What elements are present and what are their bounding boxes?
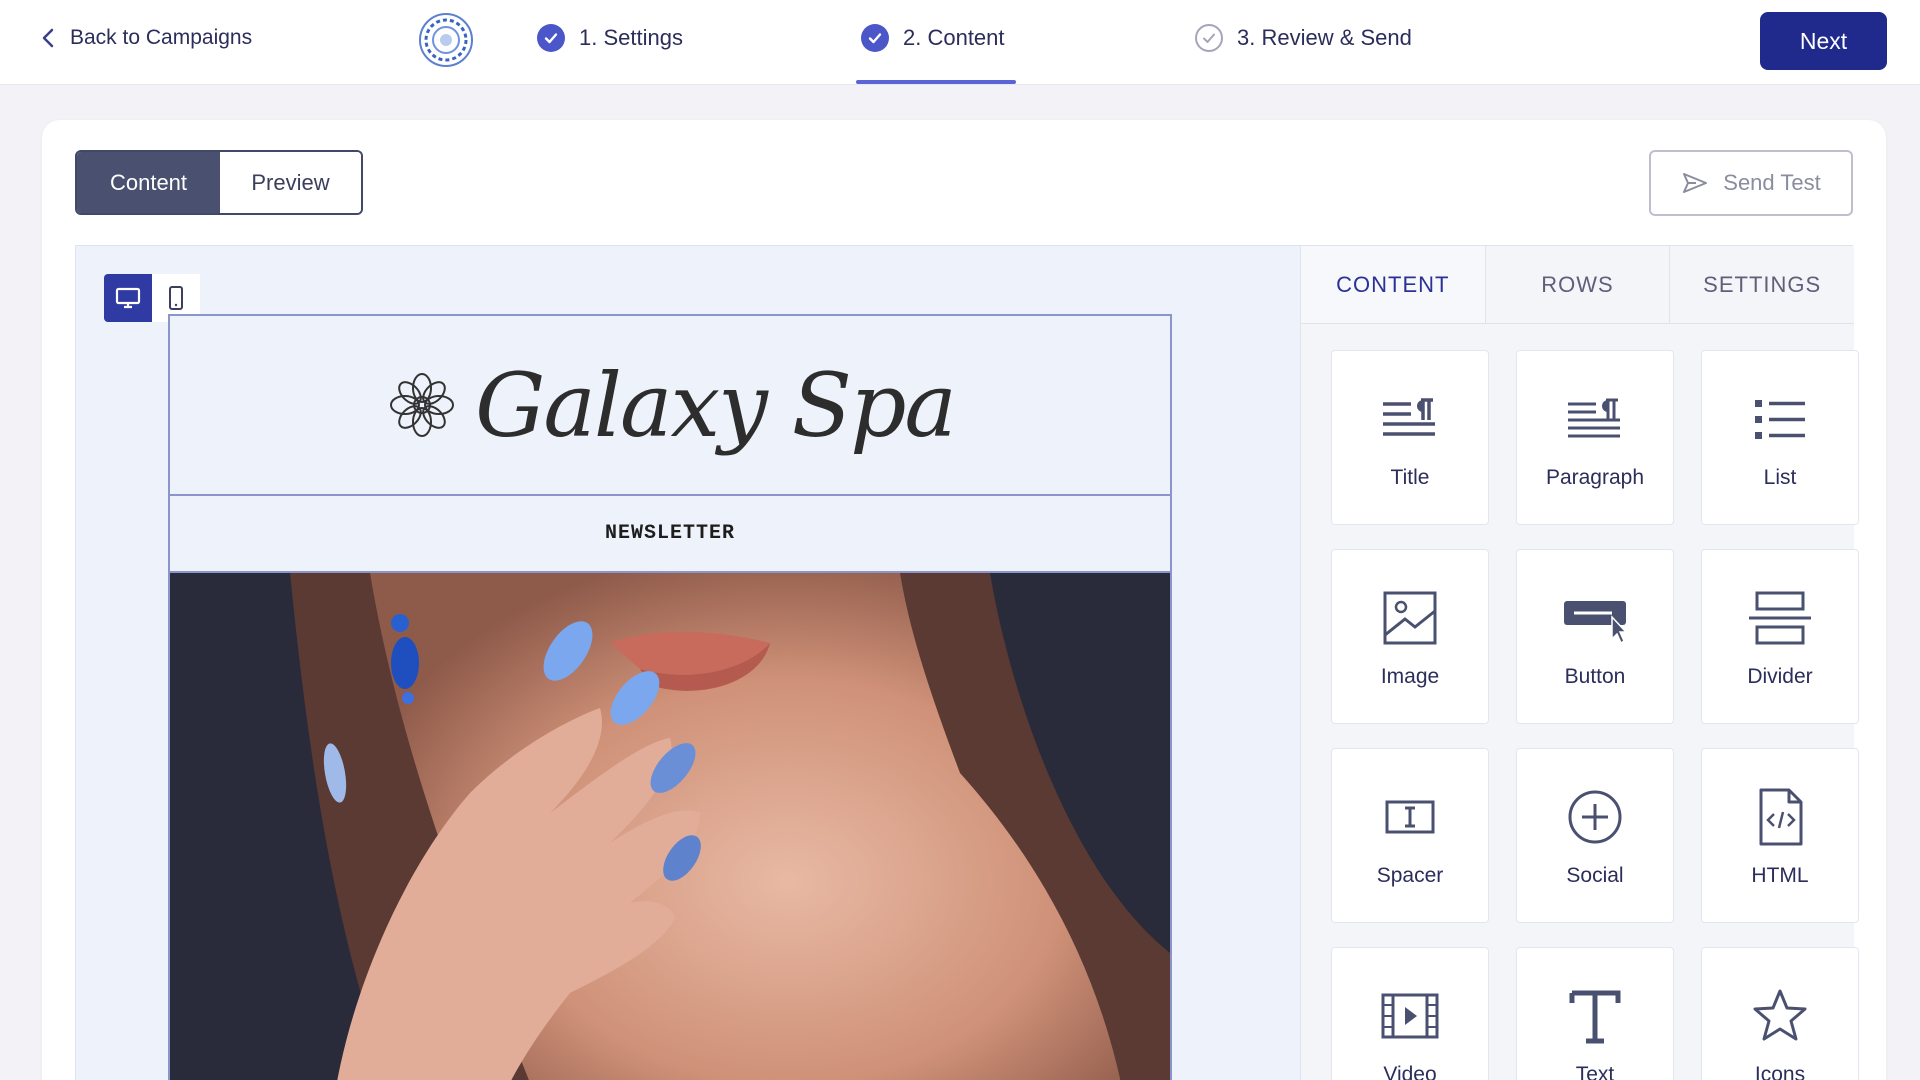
check-icon: [861, 24, 889, 52]
tab-content[interactable]: CONTENT: [1301, 246, 1485, 323]
tile-label: Title: [1390, 465, 1430, 489]
list-icon: [1755, 399, 1805, 439]
mode-toggle: Content Preview: [75, 150, 363, 215]
button-icon: [1564, 600, 1628, 644]
next-button[interactable]: Next: [1760, 12, 1887, 70]
tile-label: Image: [1380, 664, 1440, 688]
video-icon: [1381, 993, 1439, 1038]
text-icon: [1569, 990, 1621, 1043]
editor-card: Content Preview Send Test Galaxy Spa NEW…: [42, 120, 1886, 1080]
newsletter-heading[interactable]: NEWSLETTER: [170, 496, 1170, 573]
check-outline-icon: [1195, 24, 1223, 52]
block-image[interactable]: Image: [1331, 549, 1489, 724]
social-icon: [1568, 790, 1622, 843]
step-label: 2. Content: [903, 25, 1005, 50]
app-logo-icon: [419, 13, 473, 67]
desktop-icon: [115, 287, 141, 309]
block-html[interactable]: HTML: [1701, 748, 1859, 923]
tile-label: Divider: [1747, 664, 1813, 688]
block-spacer[interactable]: Spacer: [1331, 748, 1489, 923]
hero-image[interactable]: [170, 573, 1170, 1080]
check-icon: [537, 24, 565, 52]
tile-label: List: [1763, 465, 1797, 489]
blocks-panel: CONTENT ROWS SETTINGS Title Paragraph Li…: [1300, 246, 1859, 1080]
send-test-label: Send Test: [1723, 170, 1821, 195]
paragraph-icon: [1568, 398, 1620, 437]
step-content[interactable]: 2. Content: [861, 24, 1005, 52]
email-preview[interactable]: Galaxy Spa NEWSLETTER: [168, 314, 1172, 1080]
active-step-indicator: [856, 80, 1016, 84]
block-social[interactable]: Social: [1516, 748, 1674, 923]
step-label: 1. Settings: [579, 25, 683, 50]
step-review-send[interactable]: 3. Review & Send: [1195, 24, 1412, 52]
tile-label: Text: [1575, 1062, 1615, 1080]
editor-canvas: Galaxy Spa NEWSLETTER CONTENT ROWS SETTI…: [75, 245, 1859, 1080]
block-paragraph[interactable]: Paragraph: [1516, 350, 1674, 525]
block-text[interactable]: Text: [1516, 947, 1674, 1080]
step-settings[interactable]: 1. Settings: [537, 24, 683, 52]
tile-label: Video: [1383, 1062, 1437, 1080]
tile-label: Social: [1566, 863, 1624, 887]
back-to-campaigns-link[interactable]: Back to Campaigns: [40, 26, 252, 50]
html-icon: [1759, 788, 1803, 845]
panel-tabs: CONTENT ROWS SETTINGS: [1301, 246, 1854, 324]
flower-logo-icon: [390, 373, 455, 437]
block-video[interactable]: Video: [1331, 947, 1489, 1080]
tile-label: Spacer: [1376, 863, 1444, 887]
email-header-block[interactable]: Galaxy Spa: [170, 316, 1170, 496]
preview-mode-button[interactable]: Preview: [220, 152, 361, 213]
hero-photo-illustration: [170, 573, 1170, 1080]
top-bar: Back to Campaigns 1. Settings 2. Content…: [0, 0, 1920, 85]
content-blocks-grid: Title Paragraph List Image Button Divide…: [1331, 350, 1859, 1080]
chevron-left-icon: [42, 28, 54, 48]
tile-label: Paragraph: [1545, 465, 1645, 489]
content-mode-button[interactable]: Content: [77, 152, 220, 213]
step-label: 3. Review & Send: [1237, 25, 1412, 50]
tile-label: Icons: [1754, 1062, 1806, 1080]
divider-icon: [1749, 591, 1811, 644]
block-icons[interactable]: Icons: [1701, 947, 1859, 1080]
block-button[interactable]: Button: [1516, 549, 1674, 724]
block-title[interactable]: Title: [1331, 350, 1489, 525]
mobile-icon: [169, 286, 183, 310]
brand-name: Galaxy Spa: [475, 353, 957, 457]
block-list[interactable]: List: [1701, 350, 1859, 525]
tile-label: HTML: [1751, 863, 1809, 887]
spacer-icon: [1385, 800, 1435, 833]
send-test-button[interactable]: Send Test: [1649, 150, 1853, 216]
tab-settings[interactable]: SETTINGS: [1669, 246, 1854, 323]
tab-rows[interactable]: ROWS: [1484, 246, 1670, 323]
block-divider[interactable]: Divider: [1701, 549, 1859, 724]
image-icon: [1383, 591, 1437, 644]
desktop-view-button[interactable]: [104, 274, 152, 322]
star-icon: [1753, 989, 1807, 1040]
title-icon: [1383, 397, 1435, 436]
back-label: Back to Campaigns: [70, 26, 253, 49]
send-icon: [1683, 173, 1708, 193]
tile-label: Button: [1564, 664, 1626, 688]
